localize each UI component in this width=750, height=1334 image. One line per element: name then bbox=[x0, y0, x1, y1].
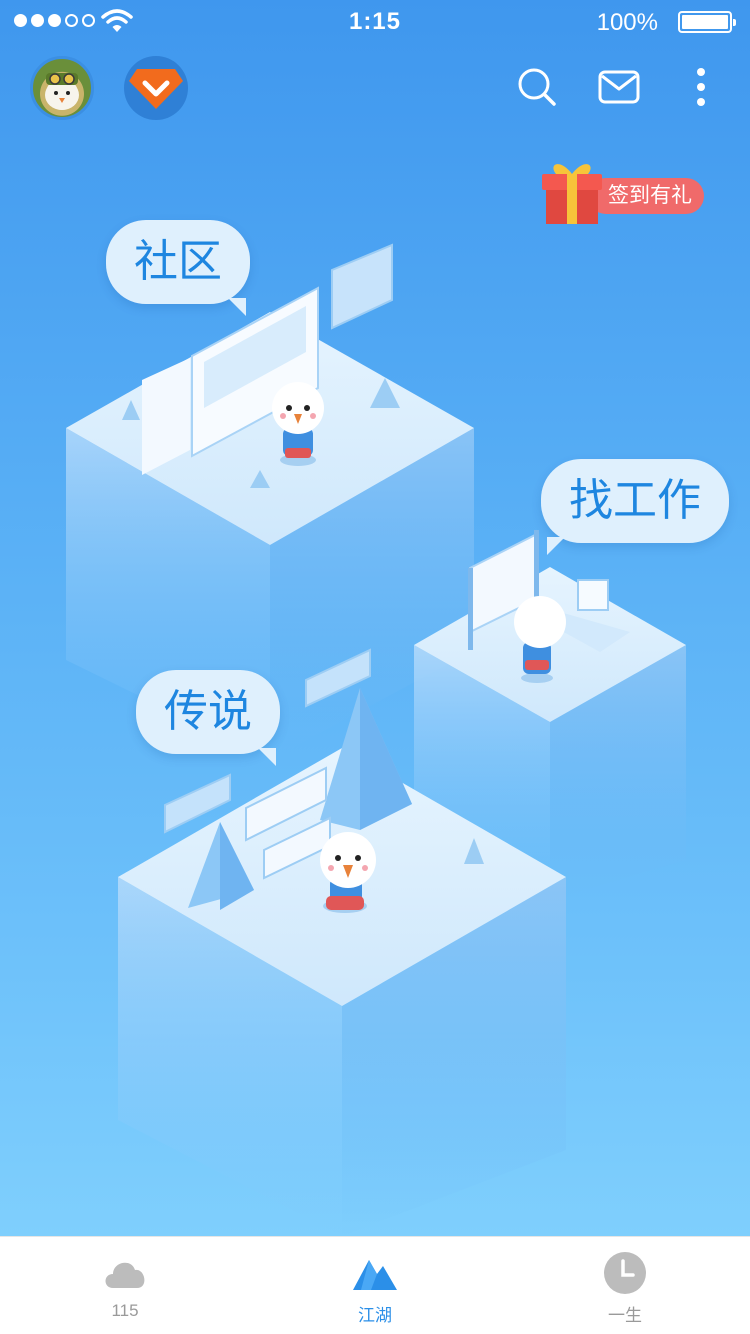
job-bubble-button[interactable]: 找工作 bbox=[541, 459, 729, 555]
tab-jianghu-label: 江湖 bbox=[358, 1306, 392, 1325]
legend-label: 传说 bbox=[164, 687, 252, 736]
legend-bubble-button[interactable]: 传说 bbox=[136, 670, 280, 766]
tab-yisheng[interactable]: 一生 bbox=[500, 1237, 750, 1334]
jianghu-scene: 1:15 100% 签到有礼 社区 找工作 传说 bbox=[0, 0, 750, 1236]
cloud-icon bbox=[105, 1262, 145, 1288]
islands-illustration bbox=[66, 243, 686, 1236]
mountain-icon bbox=[353, 1260, 397, 1290]
clock-icon bbox=[604, 1252, 646, 1294]
community-bubble-button[interactable]: 社区 bbox=[106, 220, 250, 316]
bottom-tab-bar: 115 江湖 一生 bbox=[0, 1236, 750, 1334]
tab-115[interactable]: 115 bbox=[0, 1237, 250, 1334]
tab-jianghu[interactable]: 江湖 bbox=[250, 1237, 500, 1334]
tab-115-label: 115 bbox=[111, 1301, 139, 1320]
job-label: 找工作 bbox=[569, 476, 701, 525]
tab-yisheng-label: 一生 bbox=[608, 1306, 642, 1325]
community-label: 社区 bbox=[134, 237, 222, 286]
